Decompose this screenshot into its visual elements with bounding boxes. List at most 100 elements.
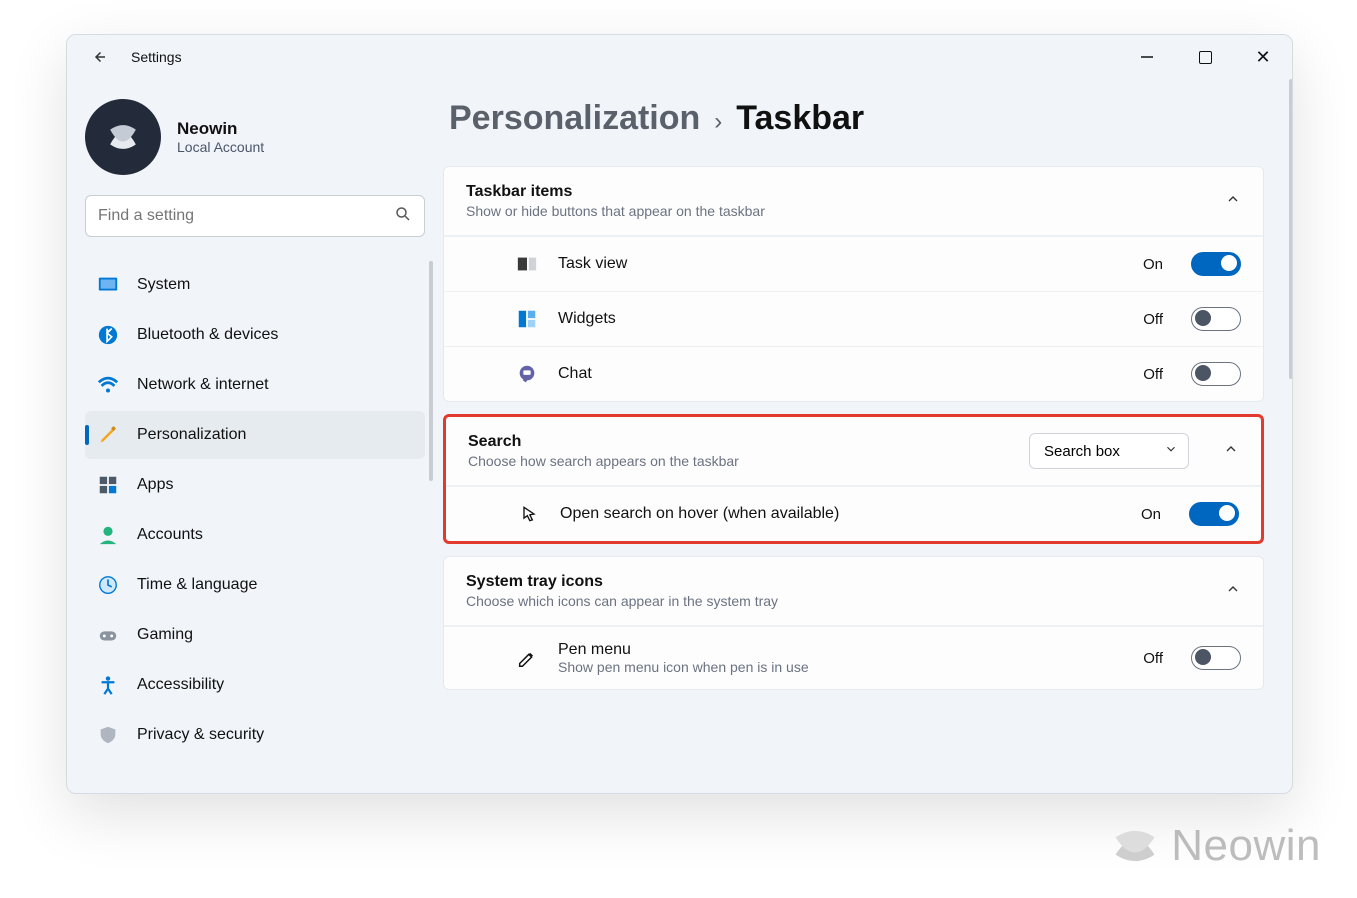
- highlight-search-section: Search Choose how search appears on the …: [443, 414, 1264, 544]
- sidebar-item-network[interactable]: Network & internet: [85, 361, 425, 409]
- sidebar: Neowin Local Account System Bluetooth & …: [67, 79, 443, 793]
- search-input[interactable]: [98, 207, 394, 225]
- nav: System Bluetooth & devices Network & int…: [85, 261, 425, 759]
- panel-search: Search Choose how search appears on the …: [446, 417, 1261, 541]
- app-title: Settings: [131, 49, 182, 65]
- row-label: Task view: [558, 255, 627, 273]
- main-content: Personalization › Taskbar Taskbar items …: [443, 79, 1292, 793]
- toggle-widgets[interactable]: [1191, 307, 1241, 331]
- row-pen-menu: Pen menu Show pen menu icon when pen is …: [444, 626, 1263, 689]
- paintbrush-icon: [97, 424, 119, 446]
- titlebar: Settings ✕: [67, 35, 1292, 79]
- chat-icon: [514, 361, 540, 387]
- panel-header-taskbar-items[interactable]: Taskbar items Show or hide buttons that …: [444, 167, 1263, 236]
- minimize-button[interactable]: [1118, 35, 1176, 79]
- panel-title: Search: [468, 433, 739, 451]
- sidebar-item-label: Gaming: [137, 626, 193, 644]
- sidebar-item-label: Privacy & security: [137, 726, 264, 744]
- sidebar-item-label: Bluetooth & devices: [137, 326, 278, 344]
- chevron-up-icon: [1223, 441, 1239, 462]
- close-icon: ✕: [1255, 47, 1270, 68]
- sidebar-item-label: Accessibility: [137, 676, 224, 694]
- sidebar-item-label: Apps: [137, 476, 173, 494]
- cursor-icon: [516, 501, 542, 527]
- panel-taskbar-items: Taskbar items Show or hide buttons that …: [443, 166, 1264, 402]
- avatar: [85, 99, 161, 175]
- settings-window: Settings ✕ Neowin Local Account: [66, 34, 1293, 794]
- breadcrumb-parent[interactable]: Personalization: [449, 99, 700, 138]
- accounts-icon: [97, 524, 119, 546]
- dropdown-value: Search box: [1044, 443, 1120, 460]
- arrow-left-icon: [90, 48, 108, 66]
- panel-title: System tray icons: [466, 573, 778, 591]
- watermark: Neowin: [1109, 820, 1321, 872]
- toggle-task-view[interactable]: [1191, 252, 1241, 276]
- shield-icon: [97, 724, 119, 746]
- panel-header-search[interactable]: Search Choose how search appears on the …: [446, 417, 1261, 486]
- close-button[interactable]: ✕: [1234, 35, 1292, 79]
- sidebar-item-personalization[interactable]: Personalization: [85, 411, 425, 459]
- sidebar-item-privacy[interactable]: Privacy & security: [85, 711, 425, 759]
- row-label: Widgets: [558, 310, 616, 328]
- panel-system-tray: System tray icons Choose which icons can…: [443, 556, 1264, 690]
- profile-block[interactable]: Neowin Local Account: [85, 99, 425, 175]
- sidebar-item-bluetooth[interactable]: Bluetooth & devices: [85, 311, 425, 359]
- panel-header-system-tray[interactable]: System tray icons Choose which icons can…: [444, 557, 1263, 626]
- sidebar-item-system[interactable]: System: [85, 261, 425, 309]
- globe-clock-icon: [97, 574, 119, 596]
- row-label: Chat: [558, 365, 592, 383]
- chevron-right-icon: ›: [714, 108, 722, 136]
- search-input-wrap[interactable]: [85, 195, 425, 237]
- sidebar-item-label: Network & internet: [137, 376, 269, 394]
- toggle-search-hover[interactable]: [1189, 502, 1239, 526]
- window-controls: ✕: [1118, 35, 1292, 79]
- row-sub: Show pen menu icon when pen is in use: [558, 659, 809, 675]
- sidebar-item-accounts[interactable]: Accounts: [85, 511, 425, 559]
- sidebar-item-label: Time & language: [137, 576, 257, 594]
- toggle-state: Off: [1143, 366, 1163, 383]
- maximize-icon: [1199, 51, 1212, 64]
- chevron-up-icon: [1225, 191, 1241, 212]
- sidebar-item-accessibility[interactable]: Accessibility: [85, 661, 425, 709]
- accessibility-icon: [97, 674, 119, 696]
- wifi-icon: [97, 374, 119, 396]
- page-title: Taskbar: [736, 99, 864, 138]
- task-view-icon: [514, 251, 540, 277]
- toggle-state: Off: [1143, 650, 1163, 667]
- pen-icon: [514, 645, 540, 671]
- toggle-state: On: [1141, 506, 1161, 523]
- panel-desc: Show or hide buttons that appear on the …: [466, 203, 765, 219]
- row-chat: Chat Off: [444, 346, 1263, 401]
- row-label: Pen menu: [558, 641, 809, 659]
- profile-name: Neowin: [177, 119, 264, 139]
- row-search-hover: Open search on hover (when available) On: [446, 486, 1261, 541]
- search-mode-dropdown[interactable]: Search box: [1029, 433, 1189, 469]
- sidebar-item-time-language[interactable]: Time & language: [85, 561, 425, 609]
- avatar-icon: [101, 115, 145, 159]
- chevron-down-icon: [1164, 442, 1178, 460]
- toggle-state: On: [1143, 256, 1163, 273]
- toggle-chat[interactable]: [1191, 362, 1241, 386]
- row-widgets: Widgets Off: [444, 291, 1263, 346]
- row-label: Open search on hover (when available): [560, 505, 839, 523]
- panel-title: Taskbar items: [466, 183, 765, 201]
- sidebar-item-label: Personalization: [137, 426, 246, 444]
- panel-desc: Choose how search appears on the taskbar: [468, 453, 739, 469]
- toggle-pen-menu[interactable]: [1191, 646, 1241, 670]
- chevron-up-icon: [1225, 581, 1241, 602]
- neowin-logo-icon: [1109, 820, 1161, 872]
- apps-icon: [97, 474, 119, 496]
- gamepad-icon: [97, 624, 119, 646]
- toggle-state: Off: [1143, 311, 1163, 328]
- back-button[interactable]: [85, 43, 113, 71]
- watermark-text: Neowin: [1171, 821, 1321, 871]
- main-scrollbar[interactable]: [1289, 79, 1293, 379]
- maximize-button[interactable]: [1176, 35, 1234, 79]
- sidebar-item-label: System: [137, 276, 190, 294]
- sidebar-item-gaming[interactable]: Gaming: [85, 611, 425, 659]
- row-task-view: Task view On: [444, 236, 1263, 291]
- search-icon: [394, 205, 412, 228]
- sidebar-item-apps[interactable]: Apps: [85, 461, 425, 509]
- panel-desc: Choose which icons can appear in the sys…: [466, 593, 778, 609]
- minimize-icon: [1140, 50, 1154, 64]
